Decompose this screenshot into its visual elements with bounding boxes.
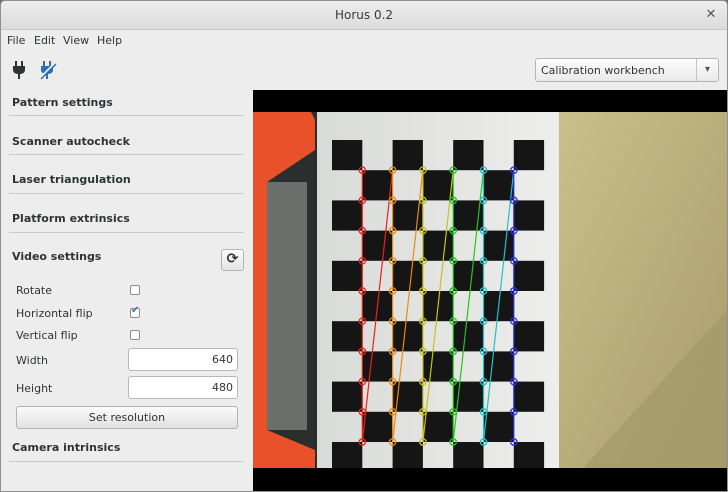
letterbox-top (253, 90, 727, 112)
plug-icon (13, 61, 25, 79)
set-resolution-button[interactable]: Set resolution (16, 406, 238, 429)
pattern-square (513, 260, 545, 291)
menu-file[interactable]: File (7, 34, 25, 47)
divider (9, 461, 243, 462)
app-window: Horus 0.2 ✕ File Edit View Help Calibrat… (0, 0, 728, 492)
letterbox-bottom (253, 468, 727, 491)
checkmark-icon: ✔ (131, 305, 140, 316)
frame-slot (267, 182, 307, 430)
rotate-checkbox[interactable] (130, 285, 140, 295)
rotate-label: Rotate (16, 284, 53, 297)
pattern-square (332, 442, 363, 473)
vertical-flip-label: Vertical flip (16, 329, 78, 342)
horizontal-flip-label: Horizontal flip (16, 307, 93, 320)
workbench-value: Calibration workbench (541, 64, 665, 77)
pattern-square (392, 260, 423, 291)
camera-image (253, 90, 727, 491)
chevron-down-icon[interactable]: ▾ (696, 59, 718, 81)
pattern-square (453, 260, 484, 291)
refresh-button[interactable]: ⟳ (221, 249, 244, 271)
section-laser-triangulation[interactable]: Laser triangulation (12, 173, 131, 186)
vertical-flip-checkbox[interactable] (130, 330, 140, 340)
height-input[interactable]: 480 (128, 376, 238, 399)
section-video-settings[interactable]: Video settings (12, 250, 101, 263)
pattern-square (453, 442, 484, 473)
settings-panel: Pattern settings Scanner autocheck Laser… (1, 89, 253, 491)
section-platform-extrinsics[interactable]: Platform extrinsics (12, 212, 130, 225)
pattern-square (513, 381, 545, 412)
pattern-square (483, 351, 514, 382)
section-pattern-settings[interactable]: Pattern settings (12, 96, 113, 109)
pattern-square (483, 230, 514, 261)
pattern-square (362, 230, 393, 261)
pattern-square (422, 411, 454, 442)
menu-edit[interactable]: Edit (34, 34, 55, 47)
section-camera-intrinsics[interactable]: Camera intrinsics (12, 441, 120, 454)
pattern-square (453, 321, 484, 352)
pattern-square (332, 200, 363, 231)
pattern-square (332, 321, 363, 352)
close-button[interactable]: ✕ (703, 7, 719, 23)
pattern-square (513, 442, 545, 473)
workbench-select[interactable]: Calibration workbench ▾ (535, 58, 719, 82)
pattern-square (332, 260, 363, 291)
pattern-square (453, 140, 484, 171)
pattern-square (483, 411, 514, 442)
menu-bar: File Edit View Help (1, 30, 727, 52)
refresh-icon: ⟳ (226, 251, 239, 267)
plug-disconnect-icon (39, 61, 57, 80)
pattern-square (392, 140, 423, 171)
pattern-square (513, 140, 545, 171)
disconnect-button[interactable] (37, 59, 59, 81)
pattern-square (513, 200, 545, 231)
height-label: Height (16, 382, 53, 395)
window-title: Horus 0.2 (334, 8, 394, 22)
pattern-square (392, 442, 423, 473)
width-label: Width (16, 354, 48, 367)
pattern-square (422, 351, 454, 382)
pattern-square (332, 140, 363, 171)
connect-button[interactable] (9, 59, 31, 81)
divider (9, 193, 243, 194)
divider (9, 232, 243, 233)
pattern-square (392, 321, 423, 352)
menu-view[interactable]: View (63, 34, 89, 47)
pattern-square (422, 170, 454, 201)
pattern-square (483, 170, 514, 201)
divider (9, 115, 243, 116)
pattern-square (362, 351, 393, 382)
menu-help[interactable]: Help (97, 34, 122, 47)
horizontal-flip-checkbox[interactable]: ✔ (130, 305, 140, 318)
section-scanner-autocheck[interactable]: Scanner autocheck (12, 135, 130, 148)
camera-view (253, 90, 727, 491)
pattern-square (422, 230, 454, 261)
width-input[interactable]: 640 (128, 348, 238, 371)
pattern-square (362, 170, 393, 201)
pattern-square (362, 411, 393, 442)
pattern-square (332, 381, 363, 412)
title-bar[interactable]: Horus 0.2 ✕ (1, 1, 727, 30)
pattern-square (513, 321, 545, 352)
divider (9, 154, 243, 155)
